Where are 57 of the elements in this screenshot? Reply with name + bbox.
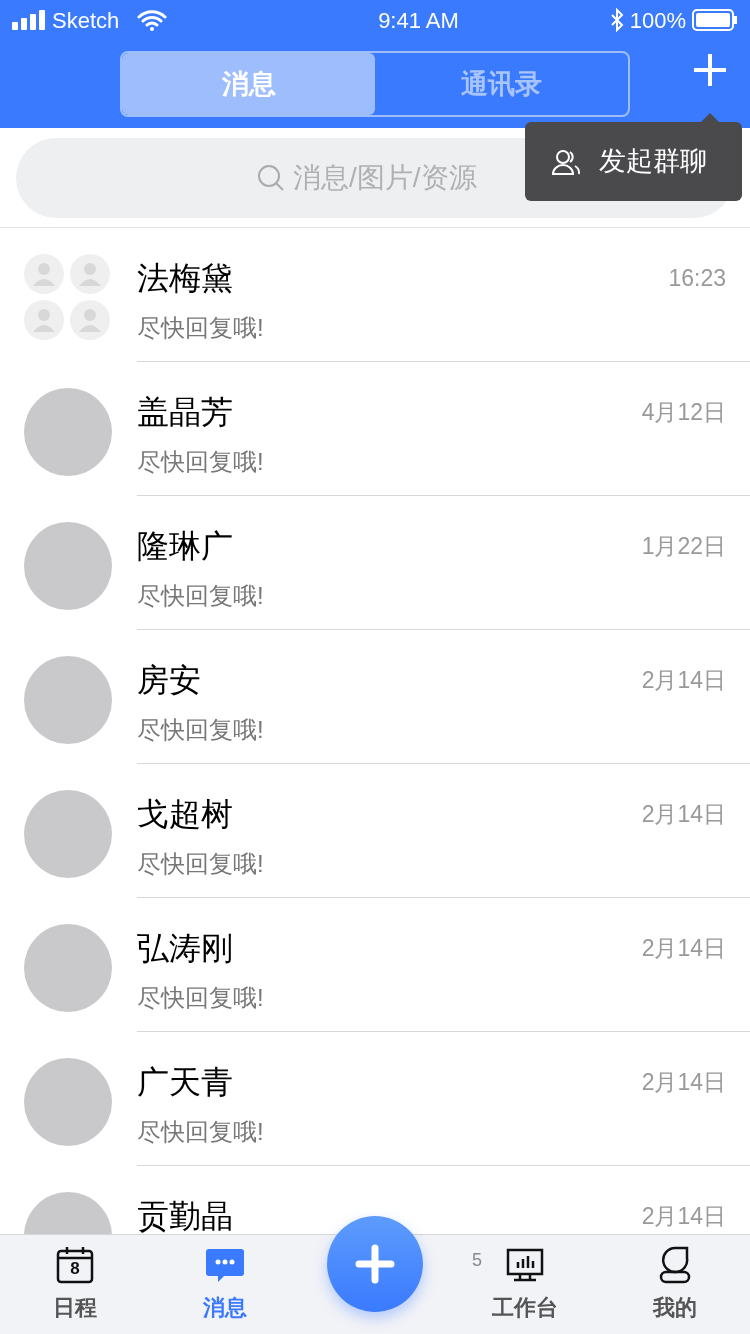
conversation-row[interactable]: 房安 2月14日 尽快回复哦! bbox=[0, 630, 750, 764]
message-preview: 尽快回复哦! bbox=[137, 983, 265, 1013]
conversation-row[interactable]: 隆琳广 1月22日 尽快回复哦! bbox=[0, 496, 750, 630]
message-time: 2月14日 bbox=[641, 1201, 726, 1231]
contact-name: 法梅黛 bbox=[137, 259, 233, 298]
conversation-row[interactable]: 广天青 2月14日 尽快回复哦! bbox=[0, 1032, 750, 1166]
clock-time: 9:41 AM bbox=[378, 6, 459, 35]
plus-icon bbox=[355, 1244, 395, 1284]
message-time: 16:23 bbox=[668, 263, 726, 293]
chat-bubble-icon bbox=[205, 1247, 245, 1283]
message-time: 2月14日 bbox=[641, 933, 726, 963]
contact-name: 戈超树 bbox=[137, 795, 233, 834]
tab-bar-item[interactable]: 8 日程 bbox=[0, 1235, 150, 1334]
message-time: 2月14日 bbox=[641, 1067, 726, 1097]
battery-icon bbox=[692, 9, 738, 31]
monitor-chart-icon bbox=[506, 1248, 544, 1282]
search-input[interactable]: 消息/图片/资源 bbox=[293, 156, 493, 199]
contact-name: 贡勤晶 bbox=[137, 1197, 233, 1234]
message-preview: 尽快回复哦! bbox=[137, 313, 265, 343]
message-time: 1月22日 bbox=[641, 531, 726, 561]
conversation-row[interactable]: 法梅黛 16:23 尽快回复哦! bbox=[0, 228, 750, 362]
message-preview: 尽快回复哦! bbox=[137, 849, 265, 879]
message-preview: 尽快回复哦! bbox=[137, 715, 265, 745]
tab-bar-item[interactable]: 我的 bbox=[600, 1235, 750, 1334]
add-button[interactable] bbox=[692, 52, 728, 88]
placeholder-avatar-icon bbox=[24, 254, 64, 294]
calendar-icon bbox=[56, 1246, 94, 1284]
people-icon bbox=[551, 147, 581, 176]
bluetooth-icon bbox=[609, 8, 624, 32]
contact-name: 广天青 bbox=[137, 1063, 233, 1102]
conversation-row[interactable]: 弘涛刚 2月14日 尽快回复哦! bbox=[0, 898, 750, 1032]
conversation-row[interactable]: 戈超树 2月14日 尽快回复哦! bbox=[0, 764, 750, 898]
conversation-row[interactable]: 盖晶芳 4月12日 尽快回复哦! bbox=[0, 362, 750, 496]
message-time: 4月12日 bbox=[641, 397, 726, 427]
tab-bar-item[interactable]: 工作台 5 bbox=[450, 1235, 600, 1334]
tab-bar-item[interactable]: 消息 bbox=[150, 1235, 300, 1334]
badge-count: 5 bbox=[472, 1249, 482, 1272]
message-preview: 尽快回复哦! bbox=[137, 1117, 265, 1147]
message-time: 2月14日 bbox=[641, 665, 726, 695]
contact-name: 弘涛刚 bbox=[137, 929, 233, 968]
person-icon bbox=[658, 1246, 692, 1284]
carrier-name: Sketch bbox=[52, 6, 120, 35]
search-icon bbox=[257, 163, 285, 192]
wifi-icon bbox=[137, 9, 168, 31]
message-preview: 尽快回复哦! bbox=[137, 581, 265, 611]
plus-icon bbox=[692, 52, 728, 88]
placeholder-avatar-icon bbox=[70, 300, 110, 340]
message-preview: 尽快回复哦! bbox=[137, 447, 265, 477]
placeholder-avatar-icon bbox=[70, 254, 110, 294]
contact-name: 隆琳广 bbox=[137, 527, 233, 566]
placeholder-avatar-icon bbox=[24, 300, 64, 340]
contact-name: 盖晶芳 bbox=[137, 393, 233, 432]
calendar-date: 8 bbox=[69, 1260, 81, 1278]
message-time: 2月14日 bbox=[641, 799, 726, 829]
signal-icon bbox=[12, 10, 46, 30]
contact-name: 房安 bbox=[137, 661, 201, 700]
battery-percent: 100% bbox=[629, 6, 686, 35]
